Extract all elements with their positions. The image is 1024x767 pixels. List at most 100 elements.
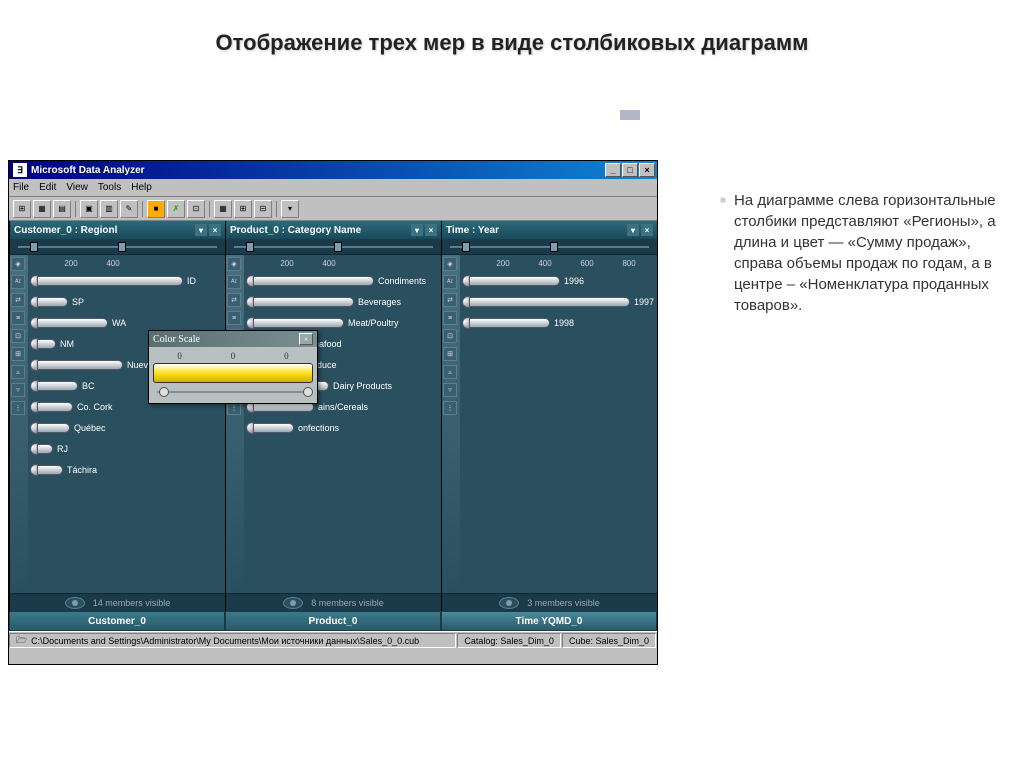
maximize-button[interactable]: □: [622, 163, 638, 177]
panel-side-tool[interactable]: ≡: [227, 311, 241, 325]
titlebar[interactable]: ∃ Microsoft Data Analyzer _ □ ×: [9, 161, 657, 179]
panel-side-tool[interactable]: ≡: [443, 311, 457, 325]
panel-min-icon[interactable]: ▾: [411, 224, 423, 236]
panel-side-toolbar: ◈ ᴬᶻ ⇄ ≡ ⊡ ⊞ ▵ ▿ ⋮: [442, 255, 460, 593]
slider-thumb[interactable]: [303, 387, 313, 397]
eye-icon: [65, 597, 85, 609]
bar-row[interactable]: 1998: [462, 313, 657, 333]
bar-row[interactable]: RJ: [30, 439, 225, 459]
bar-label: NM: [60, 339, 74, 349]
panel-side-tool[interactable]: ◈: [11, 257, 25, 271]
bar-label: RJ: [57, 444, 68, 454]
panel-min-icon[interactable]: ▾: [195, 224, 207, 236]
panel-slider[interactable]: [226, 239, 441, 255]
menu-file[interactable]: File: [13, 182, 29, 193]
panel-side-tool[interactable]: ⇄: [227, 293, 241, 307]
panel-header: Time : Year ▾ ×: [442, 221, 657, 239]
bar-label: Dairy Products: [333, 381, 392, 391]
menubar: File Edit View Tools Help: [9, 179, 657, 197]
bar-label: SP: [72, 297, 84, 307]
panel-side-tool[interactable]: ᴬᶻ: [227, 275, 241, 289]
slide-title: Отображение трех мер в виде столбиковых …: [0, 0, 1024, 66]
tool-icon[interactable]: ▤: [53, 200, 71, 218]
bar-label: ains/Cereals: [318, 402, 368, 412]
app-window: ∃ Microsoft Data Analyzer _ □ × File Edi…: [8, 160, 658, 665]
panel-side-tool[interactable]: ⇄: [443, 293, 457, 307]
tool-icon[interactable]: ⊟: [254, 200, 272, 218]
bar-row[interactable]: 1996: [462, 271, 657, 291]
panel-side-tool[interactable]: ▵: [11, 365, 25, 379]
color-scale-close-button[interactable]: ×: [299, 333, 313, 345]
menu-view[interactable]: View: [66, 182, 88, 193]
bar-row[interactable]: Beverages: [246, 292, 441, 312]
panel-side-tool[interactable]: ▿: [443, 383, 457, 397]
bar-label: Condiments: [378, 276, 426, 286]
menu-help[interactable]: Help: [131, 182, 152, 193]
close-button[interactable]: ×: [639, 163, 655, 177]
panel-side-tool[interactable]: ≡: [11, 311, 25, 325]
panel-footer: 8 members visible: [226, 593, 441, 611]
bar-row[interactable]: Condiments: [246, 271, 441, 291]
panels-area: Customer_0 : Regionl ▾ × ◈ᴬᶻ⇄≡⊡⊞▵▿⋮ 2004…: [9, 221, 657, 611]
menu-edit[interactable]: Edit: [39, 182, 56, 193]
menu-tools[interactable]: Tools: [98, 182, 121, 193]
tool-icon[interactable]: ▥: [100, 200, 118, 218]
bar-row[interactable]: ID: [30, 271, 225, 291]
panel-close-icon[interactable]: ×: [209, 224, 221, 236]
accent-bar: [620, 110, 640, 120]
panel-side-tool[interactable]: ⋮: [443, 401, 457, 415]
bar-label: ID: [187, 276, 196, 286]
panel-side-tool[interactable]: ◈: [443, 257, 457, 271]
bar-label: Québec: [74, 423, 106, 433]
bar-row[interactable]: Québec: [30, 418, 225, 438]
panel-slider[interactable]: [10, 239, 225, 255]
toolbar: ⊞ ▦ ▤ ▣ ▥ ✎ ■ ✗ ⊡ ▦ ⊞ ⊟ ▾: [9, 197, 657, 221]
color-scale-titlebar[interactable]: Color Scale ×: [149, 331, 317, 347]
tool-icon[interactable]: ✎: [120, 200, 138, 218]
panel-footer: 14 members visible: [10, 593, 225, 611]
panel-side-tool[interactable]: ▿: [11, 383, 25, 397]
bar-row[interactable]: 1997: [462, 292, 657, 312]
tool-icon[interactable]: ⊞: [234, 200, 252, 218]
tool-icon[interactable]: ▦: [214, 200, 232, 218]
color-scale-dialog[interactable]: Color Scale × 0 0 0: [148, 330, 318, 404]
panel-side-tool[interactable]: ᴬᶻ: [443, 275, 457, 289]
panel-close-icon[interactable]: ×: [425, 224, 437, 236]
panel-side-tool[interactable]: ⊡: [443, 329, 457, 343]
tool-icon[interactable]: ▦: [33, 200, 51, 218]
panel-slider[interactable]: [442, 239, 657, 255]
eye-icon: [499, 597, 519, 609]
tool-icon[interactable]: ⊡: [187, 200, 205, 218]
chart-panel: Product_0 : Category Name ▾ × ◈ᴬᶻ⇄≡⊡⊞▵▿⋮…: [225, 221, 441, 611]
panel-min-icon[interactable]: ▾: [627, 224, 639, 236]
status-path: 🗁C:\Documents and Settings\Administrator…: [9, 633, 456, 648]
panel-side-tool[interactable]: ⇄: [11, 293, 25, 307]
bar-row[interactable]: Táchira: [30, 460, 225, 480]
panel-side-tool[interactable]: ⊞: [443, 347, 457, 361]
panel-footer: 3 members visible: [442, 593, 657, 611]
tool-icon[interactable]: ▾: [281, 200, 299, 218]
bar-row[interactable]: SP: [30, 292, 225, 312]
tool-icon[interactable]: ⊞: [13, 200, 31, 218]
dimension-tab[interactable]: Time YQMD_0: [441, 611, 657, 631]
slider-thumb[interactable]: [159, 387, 169, 397]
bar-label: BC: [82, 381, 95, 391]
minimize-button[interactable]: _: [605, 163, 621, 177]
panel-side-tool[interactable]: ᴬᶻ: [11, 275, 25, 289]
tool-icon[interactable]: ■: [147, 200, 165, 218]
dimension-tab[interactable]: Product_0: [225, 611, 441, 631]
bar-label: Meat/Poultry: [348, 318, 399, 328]
chart-area: 200400600800 1996 1997 1998: [460, 255, 657, 593]
panel-side-tool[interactable]: ⊡: [11, 329, 25, 343]
panel-side-tool[interactable]: ⋮: [11, 401, 25, 415]
tool-icon[interactable]: ✗: [167, 200, 185, 218]
panel-side-tool[interactable]: ▵: [443, 365, 457, 379]
color-scale-slider[interactable]: [153, 385, 313, 399]
bar-label: 1998: [554, 318, 574, 328]
panel-side-tool[interactable]: ⊞: [11, 347, 25, 361]
panel-side-tool[interactable]: ◈: [227, 257, 241, 271]
tool-icon[interactable]: ▣: [80, 200, 98, 218]
dimension-tab[interactable]: Customer_0: [9, 611, 225, 631]
panel-close-icon[interactable]: ×: [641, 224, 653, 236]
bar-row[interactable]: onfections: [246, 418, 441, 438]
